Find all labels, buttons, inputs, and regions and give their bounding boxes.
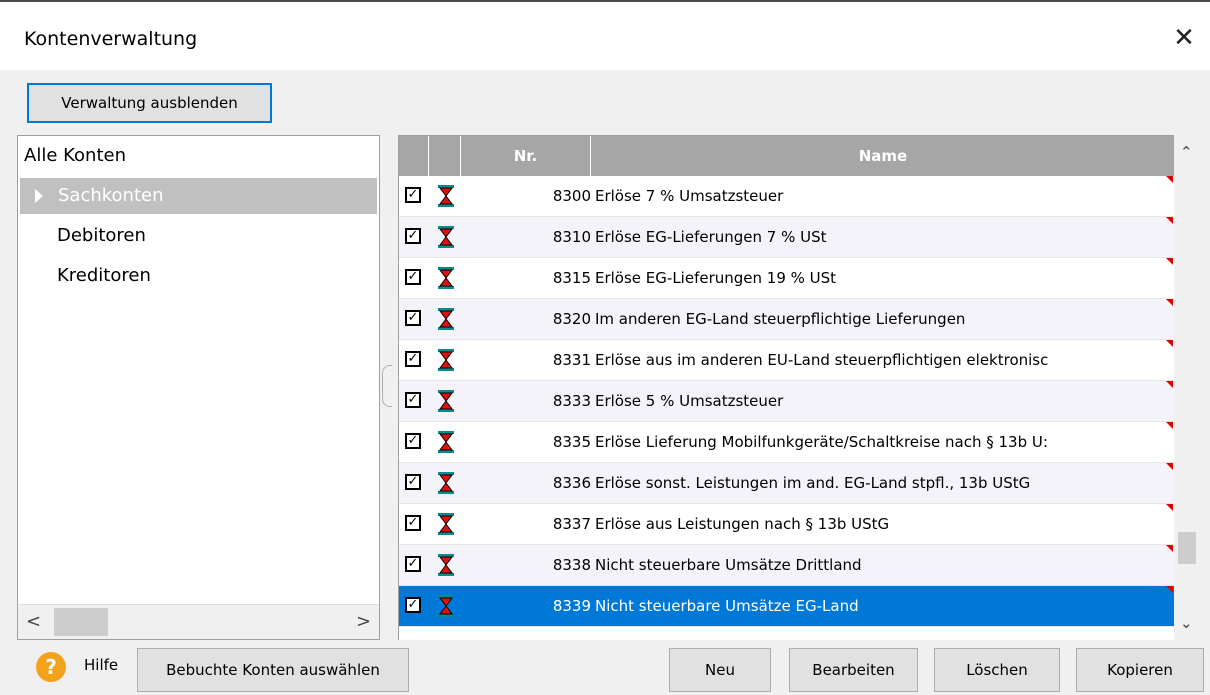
scroll-down-icon[interactable]: ⌄ <box>1180 614 1193 632</box>
comment-marker-icon <box>1166 586 1173 593</box>
row-checkbox[interactable]: ✓ <box>405 474 421 490</box>
row-checkbox[interactable]: ✓ <box>405 187 421 203</box>
hourglass-icon <box>436 553 456 577</box>
account-number: 8335 <box>552 433 591 451</box>
account-name: Nicht steuerbare Umsätze EG-Land <box>595 597 859 615</box>
table-row[interactable]: ✓ 8331 Erlöse aus im anderen EU-Land steue… <box>399 340 1174 381</box>
table-row[interactable]: ✓ 8337 Erlöse aus Leistungen nach § 13b US… <box>399 504 1174 545</box>
tree-horizontal-scrollbar[interactable]: < > <box>18 604 379 639</box>
help-label[interactable]: Hilfe <box>84 656 118 674</box>
account-name: Erlöse aus Leistungen nach § 13b UStG <box>595 515 890 533</box>
account-tree: Alle Konten Sachkonten Debitoren Kredito… <box>17 135 380 640</box>
comment-marker-icon <box>1166 463 1173 470</box>
table-row[interactable]: ✓ 8315 Erlöse EG-Lieferungen 19 % USt <box>399 258 1174 299</box>
table-row[interactable]: ✓ 8335 Erlöse Lieferung Mobilfunkgeräte/Sc… <box>399 422 1174 463</box>
account-name: Erlöse aus im anderen EU-Land steuerpfli… <box>595 351 1049 369</box>
table-row[interactable]: ✓ 8339 Nicht steuerbare Umsätze EG-Land <box>399 586 1174 627</box>
account-name: Erlöse EG-Lieferungen 19 % USt <box>595 269 837 287</box>
scroll-right-icon[interactable]: > <box>356 611 371 632</box>
panel-splitter-handle[interactable] <box>382 365 392 407</box>
row-checkbox[interactable]: ✓ <box>405 597 421 613</box>
comment-marker-icon <box>1166 381 1173 388</box>
header-nr[interactable]: Nr. <box>461 136 591 176</box>
account-name: Erlöse Lieferung Mobilfunkgeräte/Schaltk… <box>595 433 1048 451</box>
window-title: Kontenverwaltung <box>24 28 198 50</box>
close-icon[interactable]: ✕ <box>1168 22 1200 54</box>
comment-marker-icon <box>1166 422 1173 429</box>
title-bar: Kontenverwaltung ✕ <box>0 2 1210 70</box>
account-name: Erlöse 5 % Umsatzsteuer <box>595 392 784 410</box>
account-name: Erlöse 7 % Umsatzsteuer <box>595 187 784 205</box>
account-number: 8339 <box>552 597 591 615</box>
hourglass-icon <box>436 184 456 208</box>
new-button[interactable]: Neu <box>669 648 771 692</box>
comment-marker-icon <box>1166 176 1173 183</box>
account-number: 8320 <box>552 310 591 328</box>
scroll-up-icon[interactable]: ⌃ <box>1180 143 1193 161</box>
header-name[interactable]: Name <box>591 136 1174 176</box>
account-number: 8300 <box>552 187 591 205</box>
edit-button[interactable]: Bearbeiten <box>789 648 918 692</box>
row-checkbox[interactable]: ✓ <box>405 433 421 449</box>
account-number: 8310 <box>552 228 591 246</box>
hourglass-icon <box>436 307 456 331</box>
hourglass-icon <box>436 471 456 495</box>
tree-item-general-ledger[interactable]: Sachkonten <box>20 178 377 214</box>
header-checkbox-column[interactable] <box>399 136 429 176</box>
comment-marker-icon <box>1166 299 1173 306</box>
hourglass-icon <box>436 348 456 372</box>
hourglass-icon <box>436 430 456 454</box>
account-grid: Nr. Name ✓ 8300 Erlöse 7 % Umsatzsteuer ✓ 83… <box>398 135 1174 640</box>
row-checkbox[interactable]: ✓ <box>405 392 421 408</box>
account-name: Nicht steuerbare Umsätze Drittland <box>595 556 862 574</box>
comment-marker-icon <box>1166 217 1173 224</box>
table-row[interactable]: ✓ 8320 Im anderen EG-Land steuerpflichtige… <box>399 299 1174 340</box>
hourglass-icon <box>436 594 456 618</box>
row-checkbox[interactable]: ✓ <box>405 351 421 367</box>
hourglass-icon <box>436 266 456 290</box>
help-icon[interactable]: ? <box>36 652 66 682</box>
grid-header: Nr. Name <box>399 136 1174 176</box>
row-checkbox[interactable]: ✓ <box>405 515 421 531</box>
table-row[interactable]: ✓ 8336 Erlöse sonst. Leistungen im and. EG… <box>399 463 1174 504</box>
account-name: Im anderen EG-Land steuerpflichtige Lief… <box>595 310 966 328</box>
account-name: Erlöse EG-Lieferungen 7 % USt <box>595 228 827 246</box>
tree-item-debtors[interactable]: Debitoren <box>57 218 367 254</box>
comment-marker-icon <box>1166 340 1173 347</box>
scroll-thumb[interactable] <box>1178 532 1196 564</box>
hourglass-icon <box>436 512 456 536</box>
account-number: 8338 <box>552 556 591 574</box>
expand-arrow-icon[interactable] <box>35 189 43 203</box>
hourglass-icon <box>436 225 456 249</box>
delete-button[interactable]: Löschen <box>934 648 1060 692</box>
table-row[interactable]: ✓ 8338 Nicht steuerbare Umsätze Drittland <box>399 545 1174 586</box>
comment-marker-icon <box>1166 545 1173 552</box>
comment-marker-icon <box>1166 258 1173 265</box>
select-booked-accounts-button[interactable]: Bebuchte Konten auswählen <box>137 648 409 692</box>
account-name: Erlöse sonst. Leistungen im and. EG-Land… <box>595 474 1031 492</box>
account-number: 8333 <box>552 392 591 410</box>
scroll-thumb[interactable] <box>54 608 108 636</box>
table-row[interactable]: ✓ 8310 Erlöse EG-Lieferungen 7 % USt <box>399 217 1174 258</box>
grid-vertical-scrollbar[interactable]: ⌃ ⌄ <box>1176 135 1198 640</box>
header-icon-column[interactable] <box>429 136 461 176</box>
comment-marker-icon <box>1166 504 1173 511</box>
row-checkbox[interactable]: ✓ <box>405 556 421 572</box>
row-checkbox[interactable]: ✓ <box>405 228 421 244</box>
table-row[interactable]: ✓ 8333 Erlöse 5 % Umsatzsteuer <box>399 381 1174 422</box>
tree-item-all-accounts[interactable]: Alle Konten <box>24 138 374 174</box>
account-number: 8315 <box>552 269 591 287</box>
row-checkbox[interactable]: ✓ <box>405 269 421 285</box>
hourglass-icon <box>436 389 456 413</box>
row-checkbox[interactable]: ✓ <box>405 310 421 326</box>
hide-management-button[interactable]: Verwaltung ausblenden <box>27 83 272 123</box>
account-number: 8336 <box>552 474 591 492</box>
account-number: 8337 <box>552 515 591 533</box>
copy-button[interactable]: Kopieren <box>1076 648 1204 692</box>
account-number: 8331 <box>552 351 591 369</box>
tree-item-creditors[interactable]: Kreditoren <box>57 258 367 294</box>
table-row[interactable]: ✓ 8300 Erlöse 7 % Umsatzsteuer <box>399 176 1174 217</box>
scroll-left-icon[interactable]: < <box>26 611 41 632</box>
